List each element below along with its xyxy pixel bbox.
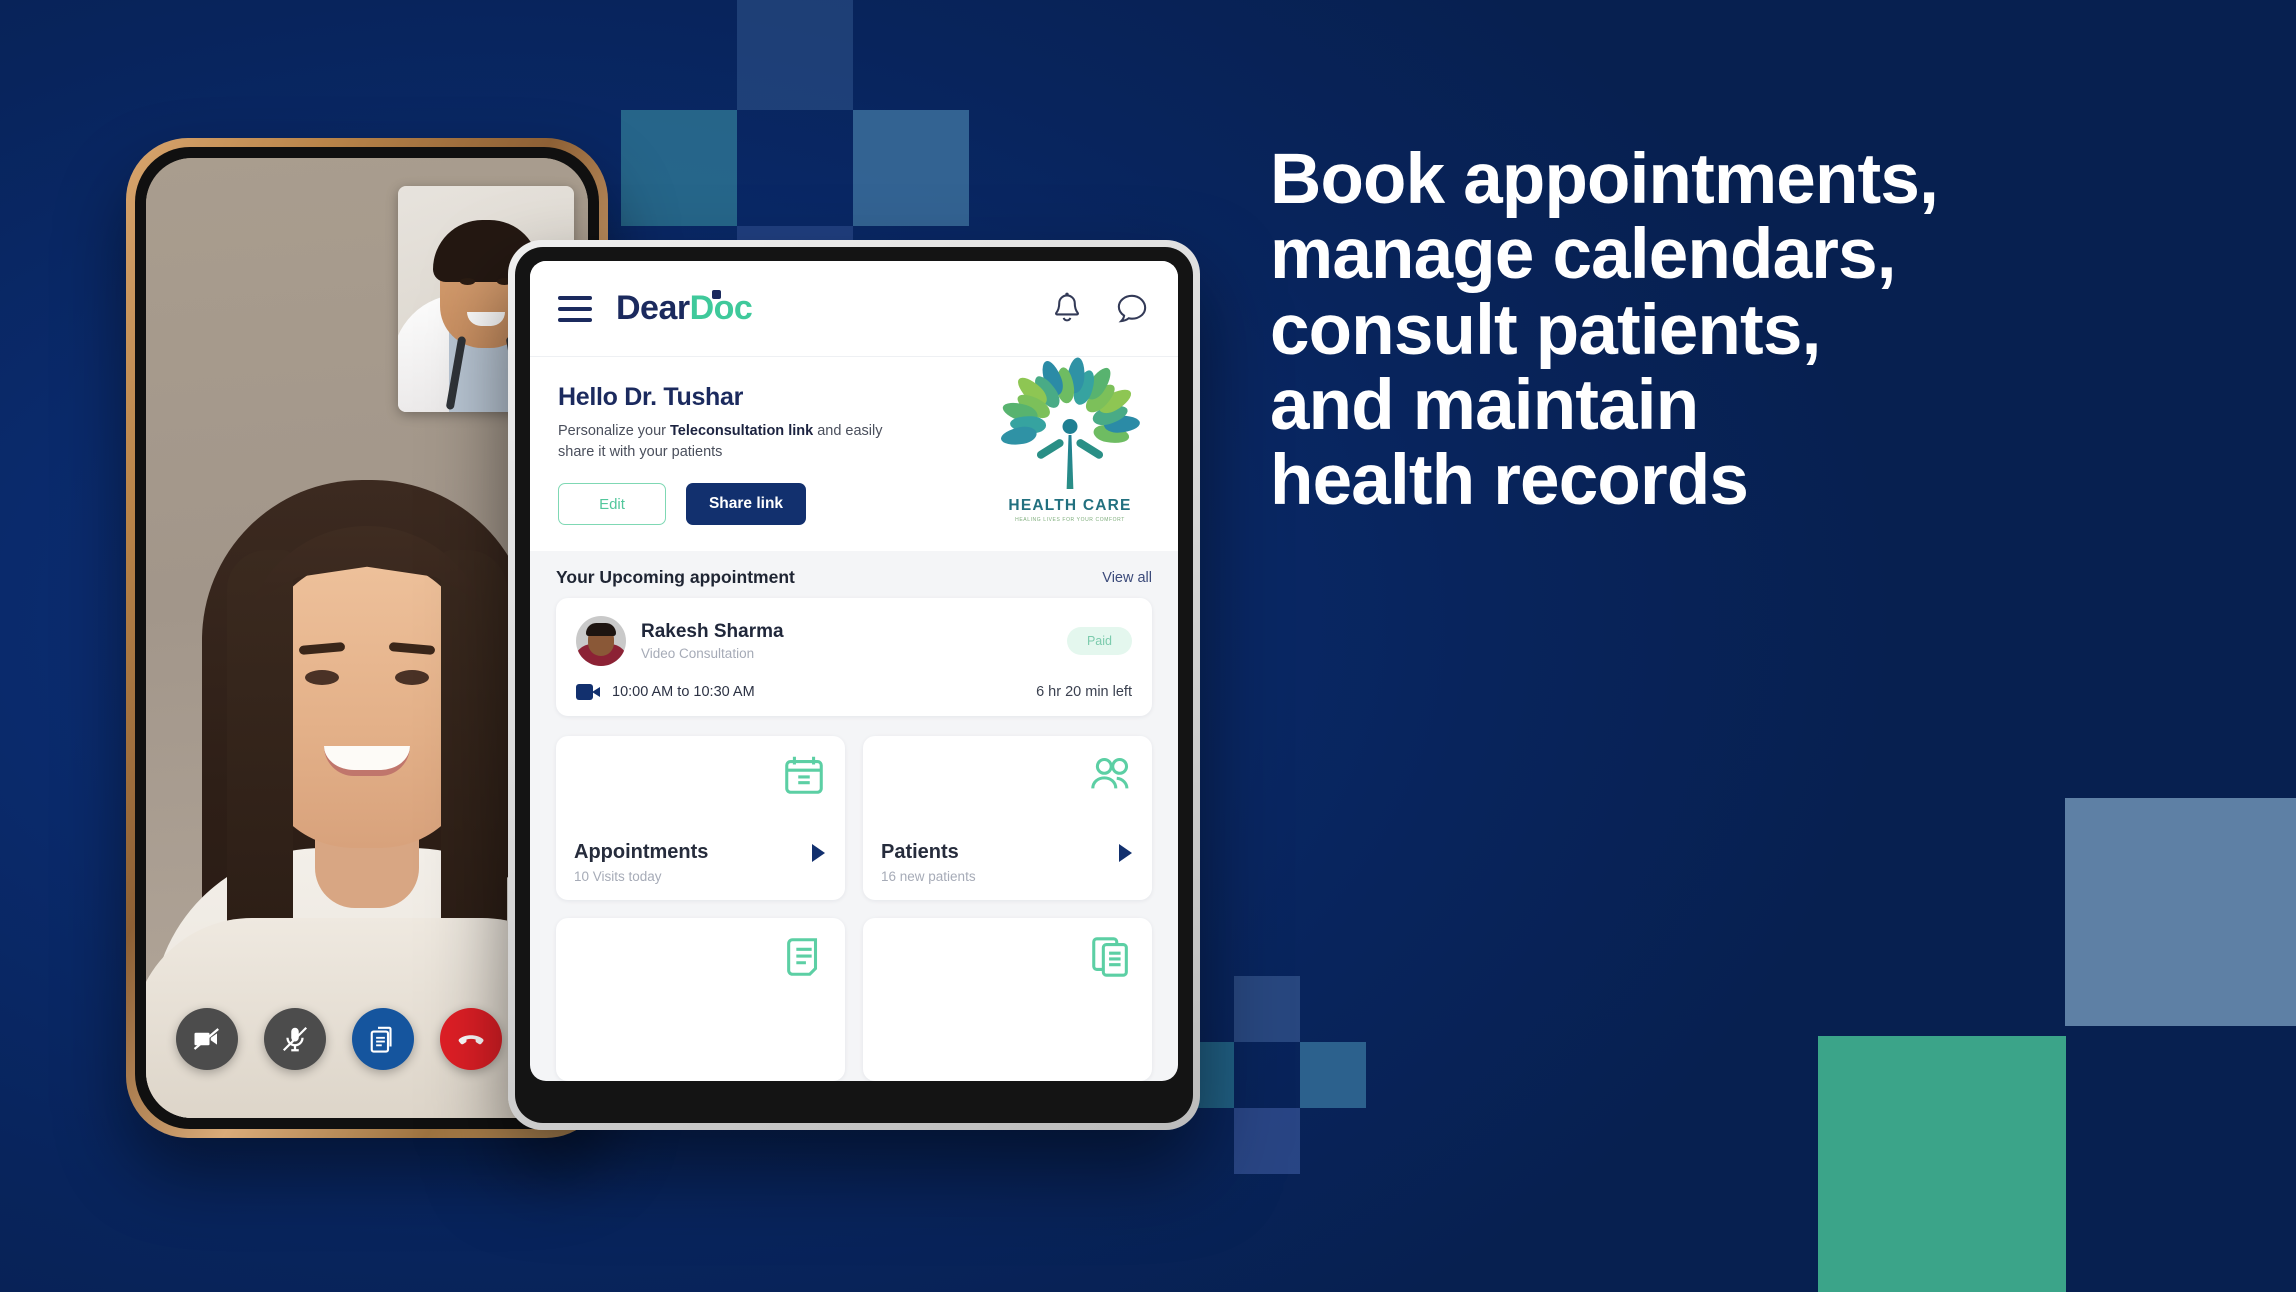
records-icon xyxy=(1088,934,1134,985)
appointment-header: Rakesh Sharma Video Consultation Paid xyxy=(576,616,1132,667)
page-title: Book appointments, manage calendars, consu… xyxy=(1270,140,2230,520)
end-call-icon xyxy=(458,1035,484,1045)
clinic-logo-mark xyxy=(999,356,1141,491)
camera-off-button[interactable] xyxy=(176,1008,238,1070)
avatar-hair xyxy=(586,623,616,637)
tablet-mockup: DearDoc Hello Dr. Tushar Personalize you… xyxy=(508,240,1200,1130)
appointment-names: Rakesh Sharma Video Consultation xyxy=(641,621,784,661)
appointment-card[interactable]: Rakesh Sharma Video Consultation Paid 10… xyxy=(556,598,1152,717)
end-call-button[interactable] xyxy=(440,1008,502,1070)
decor-square-10 xyxy=(1818,1036,2066,1292)
tablet-bezel: DearDoc Hello Dr. Tushar Personalize you… xyxy=(515,247,1193,1123)
bell-icon[interactable] xyxy=(1050,291,1084,327)
tile-label: Appointments xyxy=(574,840,709,863)
decor-square-3 xyxy=(853,110,969,226)
tile-prescriptions[interactable] xyxy=(556,917,845,1081)
people-icon xyxy=(1088,752,1134,803)
patient-hair-right xyxy=(441,550,507,970)
chevron-right-icon xyxy=(1119,843,1132,862)
deardoc-app: DearDoc Hello Dr. Tushar Personalize you… xyxy=(530,261,1178,1081)
clinic-leaf-1 xyxy=(999,424,1038,448)
clinic-logo: HEALTH CARE HEALING LIVES FOR YOUR COMFO… xyxy=(990,356,1150,523)
hamburger-menu-icon[interactable] xyxy=(558,295,592,322)
patient-eye-left xyxy=(305,670,339,685)
share-link-button[interactable]: Share link xyxy=(686,483,806,526)
greeting-title: Hello Dr. Tushar xyxy=(558,383,744,411)
clinic-figure-torso xyxy=(1066,435,1074,489)
view-all-link[interactable]: View all xyxy=(1102,570,1152,586)
mic-off-icon xyxy=(282,1026,308,1052)
clinic-figure xyxy=(1035,419,1105,489)
tile-sub: 16 new patients xyxy=(881,868,976,884)
greeting-sub-bold: Teleconsultation link xyxy=(670,423,814,439)
chevron-right-icon xyxy=(812,843,825,862)
avatar xyxy=(576,616,626,667)
section-title: Your Upcoming appointment xyxy=(556,567,795,588)
patient-hair-left xyxy=(227,550,293,970)
clinic-figure-head xyxy=(1062,419,1078,434)
tile-patients[interactable]: Patients 16 new patients xyxy=(863,736,1152,900)
prescription-icon xyxy=(781,934,827,985)
appointment-footer: 10:00 AM to 10:30 AM 6 hr 20 min left xyxy=(576,684,1132,701)
tile-label: Patients xyxy=(881,840,959,863)
doctor-eye-left xyxy=(460,278,475,285)
clinic-figure-arm-left xyxy=(1035,437,1066,461)
patient-name: Rakesh Sharma xyxy=(641,621,784,643)
decor-square-7 xyxy=(1300,1042,1366,1108)
consultation-type: Video Consultation xyxy=(641,646,755,662)
clinic-figure-arm-right xyxy=(1074,437,1105,461)
headline-line-5: health records xyxy=(1270,441,1749,520)
greeting-card: Hello Dr. Tushar Personalize your Teleco… xyxy=(530,356,1178,552)
greeting-buttons: Edit Share link xyxy=(558,483,976,526)
headline-line-3: consult patients, xyxy=(1270,290,1821,370)
documents-button[interactable] xyxy=(352,1008,414,1070)
calendar-icon xyxy=(781,752,827,803)
chat-bubble-icon[interactable] xyxy=(1114,291,1150,327)
camera-off-icon xyxy=(193,1028,219,1050)
decor-square-5 xyxy=(1234,976,1300,1042)
quick-action-tiles: Appointments 10 Visits today Patients 16… xyxy=(530,716,1178,1081)
status-badge: Paid xyxy=(1066,627,1132,656)
edit-button[interactable]: Edit xyxy=(558,483,666,526)
documents-icon xyxy=(370,1026,392,1053)
tile-sub: 10 Visits today xyxy=(574,868,662,884)
app-header: DearDoc xyxy=(530,261,1178,357)
headline-line-1: Book appointments, xyxy=(1270,140,1939,219)
promo-banner: DearDoc Hello Dr. Tushar Personalize you… xyxy=(0,0,2296,1292)
section-header: Your Upcoming appointment View all xyxy=(530,551,1178,598)
brand-dot-icon xyxy=(712,290,721,299)
headline-line-4: and maintain xyxy=(1270,365,1699,445)
header-icons xyxy=(1050,291,1150,327)
decor-square-8 xyxy=(1234,1108,1300,1174)
clinic-logo-title: HEALTH CARE xyxy=(1008,497,1132,514)
decor-square-1 xyxy=(737,0,853,110)
greeting-sub-pre: Personalize your xyxy=(558,423,671,439)
clinic-logo-tagline: HEALING LIVES FOR YOUR COMFORT xyxy=(1015,517,1125,523)
video-camera-icon xyxy=(576,684,600,701)
appointment-countdown: 6 hr 20 min left xyxy=(1036,684,1132,701)
mic-off-button[interactable] xyxy=(264,1008,326,1070)
tile-appointments[interactable]: Appointments 10 Visits today xyxy=(556,736,845,900)
greeting-subtitle: Personalize your Teleconsultation link a… xyxy=(558,421,888,463)
patient-eye-right xyxy=(395,670,429,685)
headline-line-2: manage calendars, xyxy=(1270,215,1897,295)
appointment-time: 10:00 AM to 10:30 AM xyxy=(612,684,755,701)
deardoc-logo: DearDoc xyxy=(616,289,753,328)
decor-square-2 xyxy=(621,110,737,226)
decor-square-9 xyxy=(2065,798,2296,1026)
brand-first: Dear xyxy=(616,289,690,327)
greeting-text-block: Hello Dr. Tushar Personalize your Teleco… xyxy=(558,383,976,526)
tile-records[interactable] xyxy=(863,917,1152,1081)
